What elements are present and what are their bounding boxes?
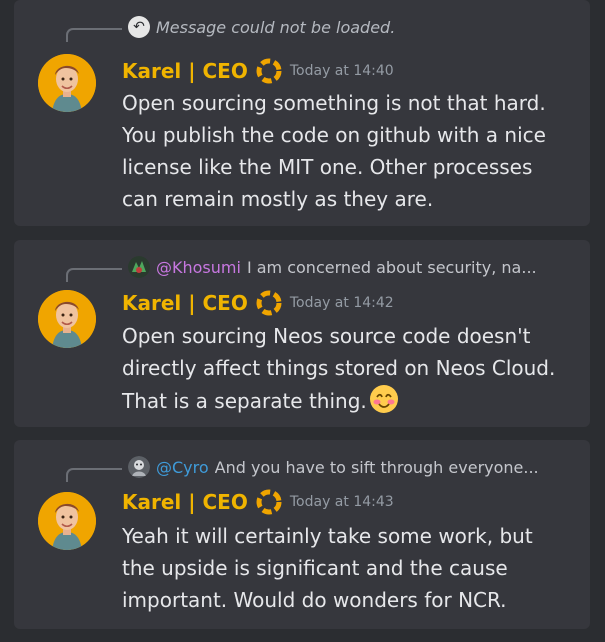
author-name[interactable]: Karel | CEO	[122, 490, 248, 514]
reply-username[interactable]: @Cyro	[156, 458, 209, 477]
reply-username[interactable]: @Khosumi	[156, 258, 241, 277]
reply-spine	[66, 468, 122, 482]
lifebuoy-icon	[256, 290, 282, 316]
reply-arrow-icon: ↶	[128, 16, 150, 38]
author-name[interactable]: Karel | CEO	[122, 291, 248, 315]
cyro-avatar	[128, 456, 150, 478]
lifebuoy-icon	[256, 58, 282, 84]
message-text: Open sourcing Neos source code doesn't d…	[122, 324, 556, 413]
reply-spine	[66, 268, 122, 282]
message-card: @Cyro And you have to sift through every…	[14, 440, 590, 629]
timestamp[interactable]: Today at 14:43	[290, 494, 394, 510]
avatar[interactable]	[38, 54, 96, 112]
reply-spine	[66, 28, 122, 42]
reply-preview[interactable]: @Khosumi I am concerned about security, …	[66, 252, 576, 282]
reply-text: And you have to sift through everyone...	[214, 457, 539, 477]
message-body: Yeah it will certainly take some work, b…	[122, 524, 533, 612]
khosumi-avatar	[128, 256, 150, 278]
avatar[interactable]	[38, 290, 96, 348]
message-card: @Khosumi I am concerned about security, …	[14, 240, 590, 427]
avatar[interactable]	[38, 492, 96, 550]
reply-preview[interactable]: ↶ Message could not be loaded.	[66, 12, 576, 42]
reply-preview[interactable]: @Cyro And you have to sift through every…	[66, 452, 576, 482]
message-body: Open sourcing Neos source code doesn't d…	[122, 320, 562, 417]
blush-emoji-icon	[369, 385, 398, 413]
message-card: ↶ Message could not be loaded. Karel | C…	[14, 0, 590, 226]
timestamp[interactable]: Today at 14:40	[290, 63, 394, 79]
reply-text: Message could not be loaded.	[156, 17, 396, 37]
author-name[interactable]: Karel | CEO	[122, 59, 248, 83]
timestamp[interactable]: Today at 14:42	[290, 295, 394, 311]
reply-text: I am concerned about security, na...	[246, 257, 537, 277]
message-body: Open sourcing something is not that hard…	[122, 91, 546, 211]
lifebuoy-icon	[256, 489, 282, 515]
